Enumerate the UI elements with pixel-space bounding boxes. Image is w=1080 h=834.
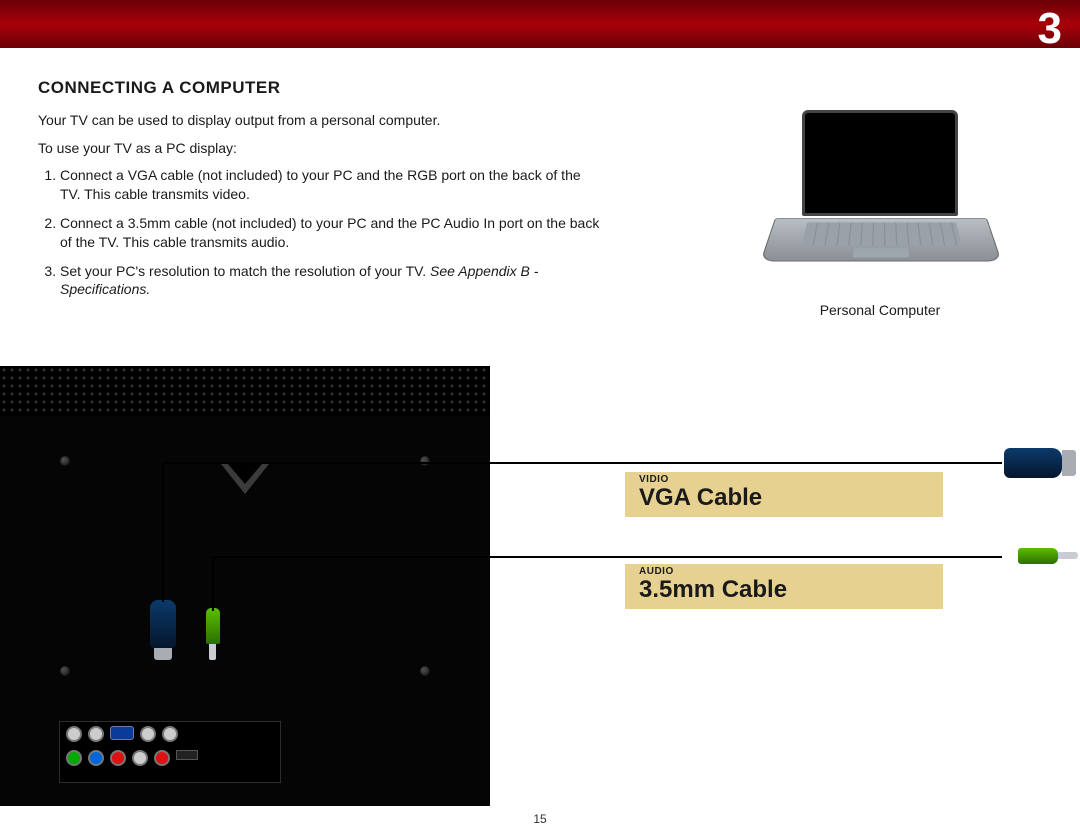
step-3: Set your PC's resolution to match the re… (60, 262, 600, 300)
audio-connector-tv-icon (206, 608, 220, 644)
component-r-icon (110, 750, 126, 766)
page-number: 15 (533, 812, 546, 826)
vga-cable-label: VIDIO VGA Cable (625, 472, 943, 517)
laptop-illustration (775, 110, 985, 280)
audio-label-big: 3.5mm Cable (639, 577, 929, 603)
tv-port-panel (60, 722, 280, 782)
chapter-number: 3 (1038, 4, 1062, 54)
step-3-text: Set your PC's resolution to match the re… (60, 263, 426, 279)
tv-vent-icon (0, 366, 490, 416)
rca-port-icon (66, 726, 82, 742)
chapter-header-bar: 3 (0, 0, 1080, 48)
laptop-screen-icon (802, 110, 958, 216)
audio-connector-pc-icon (1018, 548, 1058, 564)
vga-label-big: VGA Cable (639, 485, 929, 511)
rca-port-icon (88, 726, 104, 742)
hdmi-port-icon (176, 750, 198, 760)
component-b-icon (88, 750, 104, 766)
steps-list: Connect a VGA cable (not included) to yo… (38, 166, 600, 299)
pc-audio-port-icon (140, 726, 156, 742)
step-2: Connect a 3.5mm cable (not included) to … (60, 214, 600, 252)
screw-icon (420, 456, 430, 466)
laptop-caption: Personal Computer (780, 302, 980, 318)
audio-cable-line (212, 556, 1002, 558)
section-heading: CONNECTING A COMPUTER (38, 78, 1042, 98)
vga-cable-line (162, 462, 1002, 464)
audio-r-icon (154, 750, 170, 766)
screw-icon (60, 456, 70, 466)
brand-logo-icon (221, 464, 269, 494)
audio-cable-line (212, 556, 214, 611)
step-1: Connect a VGA cable (not included) to yo… (60, 166, 600, 204)
tv-rear-illustration (0, 366, 490, 806)
vga-port-icon (110, 726, 134, 740)
vga-connector-pc-icon (1004, 448, 1062, 478)
laptop-base-icon (760, 218, 1001, 261)
audio-l-icon (132, 750, 148, 766)
screw-icon (60, 666, 70, 676)
screw-icon (420, 666, 430, 676)
vga-connector-tv-icon (150, 600, 176, 648)
vga-cable-line (162, 462, 164, 602)
audio-cable-label: AUDIO 3.5mm Cable (625, 564, 943, 609)
component-g-icon (66, 750, 82, 766)
rca-port-icon (162, 726, 178, 742)
